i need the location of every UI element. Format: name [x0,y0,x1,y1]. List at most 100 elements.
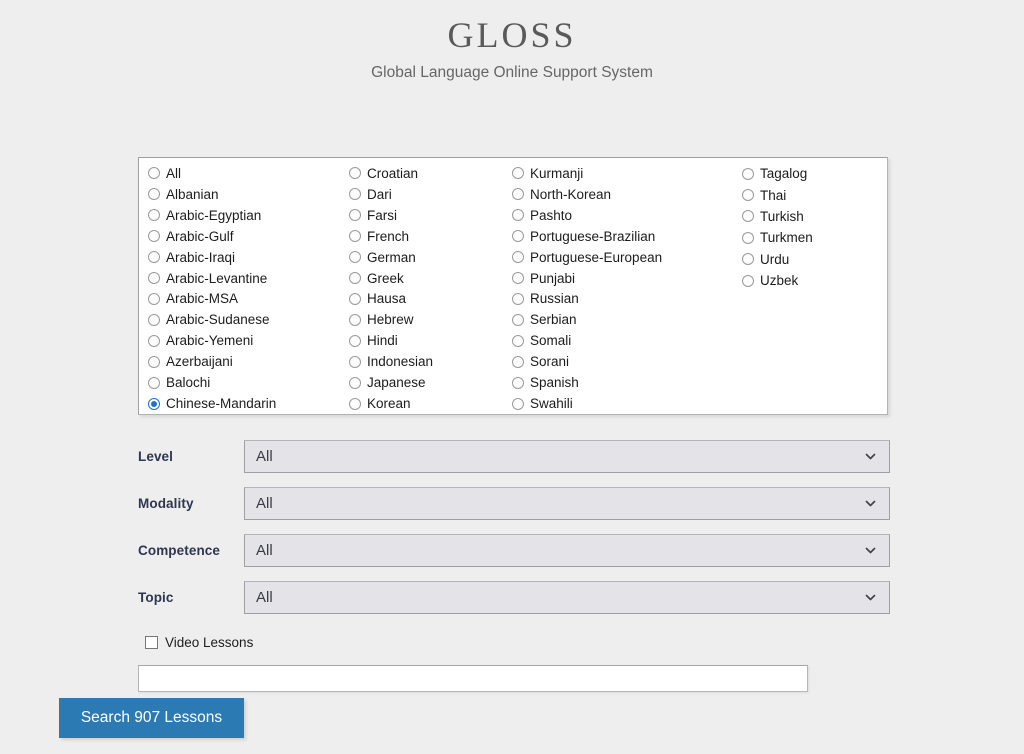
radio-button-icon[interactable] [148,188,160,201]
radio-button-icon[interactable] [512,230,524,243]
radio-button-icon[interactable] [742,253,754,266]
radio-button-icon[interactable] [512,334,524,347]
checkbox-icon[interactable] [145,636,158,649]
language-option-pashto[interactable]: Pashto [512,205,742,226]
radio-button-icon[interactable] [349,272,361,285]
radio-button-icon[interactable] [512,272,524,285]
radio-button-icon[interactable] [512,167,524,180]
radio-button-icon[interactable] [742,274,754,287]
language-option-french[interactable]: French [349,226,512,247]
language-option-chinese-mandarin[interactable]: Chinese-Mandarin [148,393,349,414]
language-option-arabic-sudanese[interactable]: Arabic-Sudanese [148,309,349,330]
language-option-german[interactable]: German [349,247,512,268]
language-option-hausa[interactable]: Hausa [349,289,512,310]
language-option-azerbaijani[interactable]: Azerbaijani [148,351,349,372]
language-option-arabic-levantine[interactable]: Arabic-Levantine [148,268,349,289]
radio-button-icon[interactable] [742,210,754,223]
language-option-japanese[interactable]: Japanese [349,372,512,393]
language-option-turkmen[interactable]: Turkmen [742,227,882,248]
radio-button-icon[interactable] [512,397,524,410]
language-option-portuguese-brazilian[interactable]: Portuguese-Brazilian [512,226,742,247]
language-option-arabic-yemeni[interactable]: Arabic-Yemeni [148,330,349,351]
radio-button-icon[interactable] [148,209,160,222]
radio-button-icon[interactable] [512,313,524,326]
language-listbox[interactable]: All Albanian Arabic-Egyptian Arabic-Gulf Ara… [138,157,888,415]
language-option-punjabi[interactable]: Punjabi [512,268,742,289]
language-option-spanish[interactable]: Spanish [512,372,742,393]
select-level[interactable]: All [244,440,890,473]
language-option-label: Arabic-Gulf [166,228,234,244]
radio-button-icon[interactable] [148,313,160,326]
language-column-2: Croatian Dari Farsi French German Greek Hausa H… [349,163,512,414]
radio-button-icon[interactable] [742,231,754,244]
language-option-label: North-Korean [530,186,612,202]
radio-button-icon[interactable] [742,167,754,180]
radio-button-icon[interactable] [148,355,160,368]
language-option-north-korean[interactable]: North-Korean [512,184,742,205]
language-option-farsi[interactable]: Farsi [349,205,512,226]
keyword-input[interactable] [139,666,807,691]
language-option-croatian[interactable]: Croatian [349,163,512,184]
search-button[interactable]: Search 907 Lessons [59,698,244,738]
radio-button-icon[interactable] [512,251,524,264]
language-option-indonesian[interactable]: Indonesian [349,351,512,372]
language-option-somali[interactable]: Somali [512,330,742,351]
radio-button-icon[interactable] [148,251,160,264]
language-option-urdu[interactable]: Urdu [742,249,882,270]
language-option-hindi[interactable]: Hindi [349,330,512,351]
language-option-balochi[interactable]: Balochi [148,372,349,393]
radio-button-icon[interactable] [742,189,754,202]
radio-button-icon[interactable] [349,292,361,305]
keyword-input-wrapper[interactable] [138,665,808,692]
radio-button-icon[interactable] [349,230,361,243]
language-option-arabic-egyptian[interactable]: Arabic-Egyptian [148,205,349,226]
radio-button-icon[interactable] [512,376,524,389]
radio-button-icon[interactable] [349,209,361,222]
language-option-arabic-msa[interactable]: Arabic-MSA [148,289,349,310]
radio-button-icon[interactable] [148,334,160,347]
radio-button-icon[interactable] [349,397,361,410]
radio-button-icon[interactable] [349,188,361,201]
language-option-arabic-iraqi[interactable]: Arabic-Iraqi [148,247,349,268]
language-option-sorani[interactable]: Sorani [512,351,742,372]
language-option-swahili[interactable]: Swahili [512,393,742,414]
radio-button-icon[interactable] [349,167,361,180]
video-lessons-checkbox-row[interactable]: Video Lessons [145,635,253,650]
radio-button-icon[interactable] [148,397,160,410]
radio-button-icon[interactable] [349,355,361,368]
language-option-uzbek[interactable]: Uzbek [742,270,882,291]
language-option-albanian[interactable]: Albanian [148,184,349,205]
radio-button-icon[interactable] [512,188,524,201]
language-option-kurmanji[interactable]: Kurmanji [512,163,742,184]
radio-button-icon[interactable] [349,376,361,389]
radio-button-icon[interactable] [148,230,160,243]
radio-button-icon[interactable] [512,209,524,222]
language-option-arabic-gulf[interactable]: Arabic-Gulf [148,226,349,247]
language-option-dari[interactable]: Dari [349,184,512,205]
radio-button-icon[interactable] [349,334,361,347]
radio-button-icon[interactable] [148,376,160,389]
language-option-greek[interactable]: Greek [349,268,512,289]
radio-button-icon[interactable] [512,355,524,368]
select-modality[interactable]: All [244,487,890,520]
radio-button-icon[interactable] [148,272,160,285]
language-option-thai[interactable]: Thai [742,184,882,205]
radio-button-icon[interactable] [148,167,160,180]
chevron-down-icon [865,451,876,462]
language-option-all[interactable]: All [148,163,349,184]
language-option-hebrew[interactable]: Hebrew [349,309,512,330]
language-option-portuguese-european[interactable]: Portuguese-European [512,247,742,268]
radio-button-icon[interactable] [512,292,524,305]
language-option-label: Portuguese-European [530,249,663,265]
language-option-russian[interactable]: Russian [512,289,742,310]
select-competence[interactable]: All [244,534,890,567]
select-topic[interactable]: All [244,581,890,614]
radio-button-icon[interactable] [148,292,160,305]
language-option-tagalog[interactable]: Tagalog [742,163,882,184]
language-option-turkish[interactable]: Turkish [742,206,882,227]
page-title: GLOSS [447,15,577,55]
language-option-korean[interactable]: Korean [349,393,512,414]
language-option-serbian[interactable]: Serbian [512,309,742,330]
radio-button-icon[interactable] [349,251,361,264]
radio-button-icon[interactable] [349,313,361,326]
